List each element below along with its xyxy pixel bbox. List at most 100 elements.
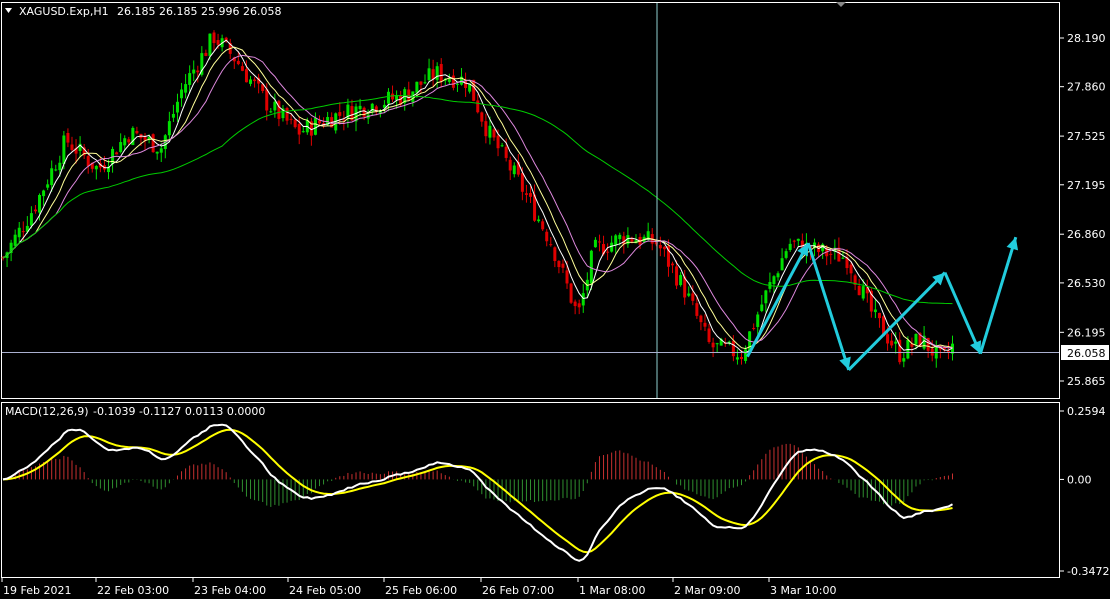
candle-body: [42, 190, 46, 197]
candle-body: [731, 340, 735, 357]
candle-body: [577, 303, 581, 308]
candle-body: [735, 357, 739, 360]
candle-body: [236, 60, 240, 65]
candle-body: [662, 246, 666, 250]
candle-body: [529, 193, 532, 197]
ohlc-readout: 26.185 26.185 25.996 26.058: [117, 5, 281, 18]
candle-body: [407, 89, 411, 101]
candle-body: [86, 156, 90, 167]
candle-body: [212, 32, 216, 44]
candle-body: [50, 168, 54, 186]
candle-body: [788, 243, 792, 250]
price-tick-label: 26.195: [1067, 326, 1106, 339]
candle-body: [451, 75, 455, 88]
price-chart[interactable]: XAGUSD.Exp,H1 26.185 26.185 25.996 26.05…: [0, 0, 1110, 599]
candle-body: [135, 130, 139, 134]
candle-body: [711, 342, 715, 348]
candle-body: [29, 213, 33, 226]
candle-body: [301, 131, 305, 133]
candle-body: [204, 52, 208, 56]
candle-body: [902, 358, 906, 362]
price-tick-label: 26.530: [1067, 277, 1106, 290]
candle-body: [476, 100, 480, 113]
candle-body: [358, 105, 362, 110]
candle-body: [740, 356, 743, 360]
candle-body: [687, 293, 691, 296]
candle-body: [277, 101, 281, 119]
candle-body: [269, 111, 273, 113]
candle-body: [386, 91, 390, 104]
candle-body: [597, 241, 601, 243]
candle-body: [159, 148, 163, 153]
macd-values: -0.1039 -0.1127 0.0113 0.0000: [93, 405, 265, 418]
candle-body: [46, 184, 50, 188]
candle-body: [496, 135, 500, 149]
candle-body: [780, 258, 784, 271]
time-tick-label: 22 Feb 03:00: [97, 584, 169, 597]
macd-tick-label: 0.2594: [1067, 405, 1106, 418]
candle-body: [171, 113, 175, 118]
price-tick-label: 27.860: [1067, 81, 1106, 94]
candle-body: [216, 40, 220, 45]
price-tick-label: 26.860: [1067, 228, 1106, 241]
time-tick-label: 23 Feb 04:00: [194, 584, 266, 597]
candle-body: [784, 251, 788, 258]
candle-body: [480, 112, 484, 122]
candle-body: [240, 66, 244, 71]
candle-body: [208, 33, 212, 56]
candle-body: [796, 238, 800, 241]
candle-body: [756, 314, 760, 327]
price-tick-label: 27.525: [1067, 130, 1106, 143]
candle-body: [561, 263, 565, 268]
candle-body: [841, 257, 845, 259]
candle-body: [512, 165, 516, 175]
candle-body: [557, 260, 561, 268]
candle-body: [423, 82, 427, 84]
time-tick-label: 2 Mar 09:00: [674, 584, 740, 597]
candle-body: [155, 151, 159, 154]
candle-body: [151, 134, 155, 153]
candle-body: [33, 209, 37, 212]
candle-body: [545, 231, 549, 242]
candle-body: [119, 142, 123, 152]
candle-body: [123, 138, 127, 146]
candle-body: [569, 283, 573, 303]
candle-body: [792, 240, 796, 242]
candle-body: [391, 93, 395, 100]
price-tick-label: 28.190: [1067, 32, 1106, 45]
candle-body: [760, 304, 764, 311]
candle-body: [675, 266, 679, 286]
candle-body: [427, 68, 431, 81]
candle-body: [415, 81, 419, 93]
candle-body: [58, 162, 62, 171]
candle-body: [180, 89, 184, 99]
candle-body: [553, 247, 557, 262]
candle-body: [253, 79, 257, 82]
candle-body: [196, 70, 200, 73]
candle-body: [671, 263, 675, 266]
candle-body: [508, 159, 512, 171]
candle-body: [776, 273, 780, 278]
time-tick-label: 3 Mar 10:00: [770, 584, 836, 597]
candle-body: [244, 69, 248, 83]
candle-body: [658, 244, 662, 249]
candle-body: [54, 169, 58, 171]
macd-tick-label: 0.00: [1067, 473, 1092, 486]
candle-body: [849, 264, 853, 274]
candle-body: [318, 120, 321, 124]
candle-body: [679, 275, 683, 286]
candle-body: [610, 242, 614, 252]
candle-body: [764, 290, 768, 304]
candle-body: [273, 101, 277, 111]
candle-body: [362, 107, 366, 117]
candle-body: [549, 244, 553, 246]
candle-body: [285, 108, 289, 121]
time-tick-label: 26 Feb 07:00: [482, 584, 554, 597]
candle-body: [338, 112, 342, 116]
candle-body: [297, 123, 301, 135]
candle-body: [890, 340, 894, 346]
candle-body: [695, 303, 699, 316]
candle-body: [289, 118, 293, 120]
macd-tick-label: -0.3472: [1067, 565, 1109, 578]
candle-body: [167, 121, 171, 136]
